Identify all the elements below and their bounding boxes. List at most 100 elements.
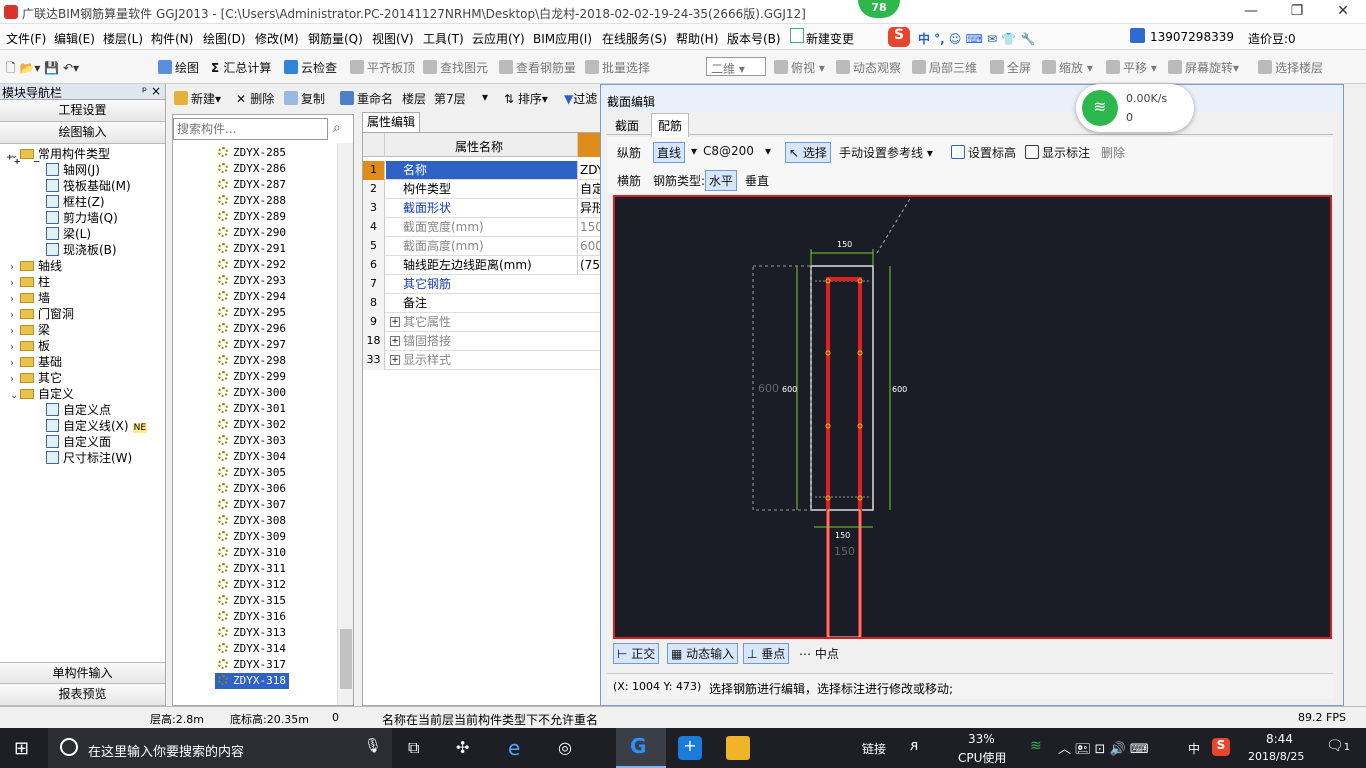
- dim-height-right[interactable]: 600: [892, 385, 907, 394]
- list-item[interactable]: ZDYX-310: [215, 545, 289, 561]
- menu-version[interactable]: 版本号(B): [727, 30, 781, 47]
- table-row[interactable]: 6 轴线距左边线距离(mm) (75): [363, 256, 603, 275]
- top-view-button[interactable]: 俯视 ▾: [774, 59, 825, 76]
- tree-item[interactable]: 梁(L): [46, 226, 91, 242]
- tray-icons[interactable]: ︿ 🖭 ⊡ 🔊 ⌨: [1058, 738, 1149, 762]
- table-row[interactable]: 33 + 显示样式: [363, 351, 603, 370]
- menu-floor[interactable]: 楼层(L): [103, 30, 143, 47]
- taskbar-search-text[interactable]: 在这里输入你要搜索的内容: [88, 741, 244, 760]
- delete-rebar-button[interactable]: 删除: [1101, 144, 1125, 161]
- menu-rebar[interactable]: 钢筋量(Q): [308, 30, 363, 47]
- copy-button[interactable]: 复制: [284, 90, 325, 107]
- section-outline[interactable]: [810, 265, 874, 511]
- list-item[interactable]: ZDYX-292: [215, 257, 289, 273]
- network-widget[interactable]: ≋ 0.00K/s 0: [1076, 84, 1194, 132]
- list-item[interactable]: ZDYX-290: [215, 225, 289, 241]
- ime-toolbar-icons[interactable]: 中 °, ☺ ⌨ ✉ 👕 🔧: [918, 30, 1035, 47]
- filter-button[interactable]: ▼过滤: [564, 90, 597, 107]
- table-row[interactable]: 9 + 其它属性: [363, 313, 603, 332]
- tree-item[interactable]: 自定义面: [46, 434, 111, 450]
- table-row[interactable]: 18 + 锚固搭接: [363, 332, 603, 351]
- list-item[interactable]: ZDYX-302: [215, 417, 289, 433]
- table-row[interactable]: 8 备注: [363, 294, 603, 313]
- task-view-icon[interactable]: ⧉: [408, 738, 419, 758]
- cost-beans[interactable]: 造价豆:0: [1248, 30, 1296, 47]
- pan-button[interactable]: 平移 ▾: [1106, 59, 1157, 76]
- list-scrollbar[interactable]: [337, 143, 353, 705]
- search-input[interactable]: [174, 119, 322, 138]
- list-item[interactable]: ZDYX-318: [215, 673, 289, 689]
- menu-new-change[interactable]: 新建变更: [806, 30, 854, 47]
- tab-property-edit[interactable]: 属性编辑: [362, 112, 420, 132]
- list-item[interactable]: ZDYX-307: [215, 497, 289, 513]
- batch-select-button[interactable]: 批量选择: [585, 59, 650, 76]
- menu-modify[interactable]: 修改(M): [255, 30, 299, 47]
- chevron-down-icon[interactable]: ⌄: [10, 148, 20, 164]
- clock-time[interactable]: 8:44: [1266, 732, 1293, 746]
- vertical-button[interactable]: 垂直: [745, 172, 769, 189]
- taskbar-search[interactable]: 在这里输入你要搜索的内容 🎙: [48, 728, 392, 768]
- list-item[interactable]: ZDYX-312: [215, 577, 289, 593]
- section-canvas[interactable]: 150 600 600 600 150 150: [613, 195, 1332, 639]
- tree-item[interactable]: 现浇板(B): [46, 242, 117, 258]
- delete-button[interactable]: ✕ 删除: [236, 90, 274, 107]
- perpendicular-button[interactable]: ⊥ 垂点: [743, 643, 790, 664]
- nav-pin-close[interactable]: ᵖ ×: [142, 84, 161, 98]
- draw-button[interactable]: 绘图: [158, 59, 199, 76]
- table-row[interactable]: 1名称ZDYX: [363, 161, 603, 180]
- menu-help[interactable]: 帮助(H): [676, 30, 718, 47]
- fullscreen-button[interactable]: 全屏: [990, 59, 1031, 76]
- rotate-screen-button[interactable]: 屏幕旋转▾: [1168, 59, 1239, 76]
- summary-button[interactable]: Σ 汇总计算: [211, 59, 271, 76]
- edge-icon[interactable]: e: [508, 736, 520, 760]
- minimize-button[interactable]: —: [1228, 0, 1274, 24]
- floor-select[interactable]: 第7层 ▾: [434, 90, 494, 107]
- table-row[interactable]: 3 截面形状 异形: [363, 199, 603, 218]
- list-item[interactable]: ZDYX-316: [215, 609, 289, 625]
- rebar-spec-select[interactable]: C8@200 ▾: [703, 144, 775, 158]
- close-button[interactable]: ✕: [1320, 0, 1366, 24]
- table-row[interactable]: 7 其它钢筋: [363, 275, 603, 294]
- align-slab-button[interactable]: 平齐板顶: [350, 59, 415, 76]
- midpoint-button[interactable]: ⋯ 中点: [799, 645, 839, 662]
- list-item[interactable]: ZDYX-317: [215, 657, 289, 673]
- fan-app-icon[interactable]: ✣: [456, 738, 469, 757]
- menu-draw[interactable]: 绘图(D): [203, 30, 246, 47]
- drawing-input-button[interactable]: 绘图输入: [0, 122, 165, 144]
- view-rebar-button[interactable]: 查看钢筋量: [499, 59, 576, 76]
- rebar-points[interactable]: [825, 278, 863, 501]
- list-item[interactable]: ZDYX-305: [215, 465, 289, 481]
- ortho-button[interactable]: ⊢ 正交: [613, 643, 660, 664]
- list-item[interactable]: ZDYX-285: [215, 145, 289, 161]
- list-item[interactable]: ZDYX-303: [215, 433, 289, 449]
- list-item[interactable]: ZDYX-309: [215, 529, 289, 545]
- cloud-check-button[interactable]: 云检查: [284, 59, 337, 76]
- project-settings-button[interactable]: 工程设置: [0, 100, 165, 122]
- section-drawing[interactable]: 150 600 600 600 150 150: [615, 197, 1330, 637]
- dynamic-input-button[interactable]: ▦ 动态输入: [667, 643, 739, 664]
- restore-button[interactable]: ❐: [1274, 0, 1320, 24]
- local-3d-button[interactable]: 局部三维: [912, 59, 977, 76]
- report-preview-button[interactable]: 报表预览: [0, 684, 165, 706]
- expand-icon[interactable]: +: [390, 317, 400, 327]
- tray-link[interactable]: 链接: [862, 740, 886, 757]
- list-item[interactable]: ZDYX-315: [215, 593, 289, 609]
- tree-item[interactable]: ⌄ 自定义: [10, 386, 74, 402]
- list-item[interactable]: ZDYX-289: [215, 209, 289, 225]
- manual-reference-line-button[interactable]: 手动设置参考线 ▾: [839, 144, 933, 161]
- notepad-app-icon[interactable]: [726, 736, 750, 760]
- user-phone[interactable]: 13907298339: [1150, 30, 1234, 44]
- menu-view[interactable]: 视图(V): [372, 30, 414, 47]
- table-row[interactable]: 4 截面宽度(mm) 150: [363, 218, 603, 237]
- rebar-stirrup[interactable]: [826, 277, 862, 637]
- search-icon[interactable]: ⌕: [333, 120, 341, 136]
- table-row[interactable]: 5 截面高度(mm) 600: [363, 237, 603, 256]
- tree-item[interactable]: 框柱(Z): [46, 194, 105, 210]
- zoom-button[interactable]: 缩放 ▾: [1042, 59, 1093, 76]
- set-elevation-button[interactable]: 设置标高: [951, 144, 1016, 161]
- orbit-button[interactable]: 动态观察: [836, 59, 901, 76]
- chevron-down-icon[interactable]: ⌄: [10, 388, 20, 404]
- list-item[interactable]: ZDYX-287: [215, 177, 289, 193]
- list-item[interactable]: ZDYX-300: [215, 385, 289, 401]
- tree-item[interactable]: 轴网(J): [46, 162, 100, 178]
